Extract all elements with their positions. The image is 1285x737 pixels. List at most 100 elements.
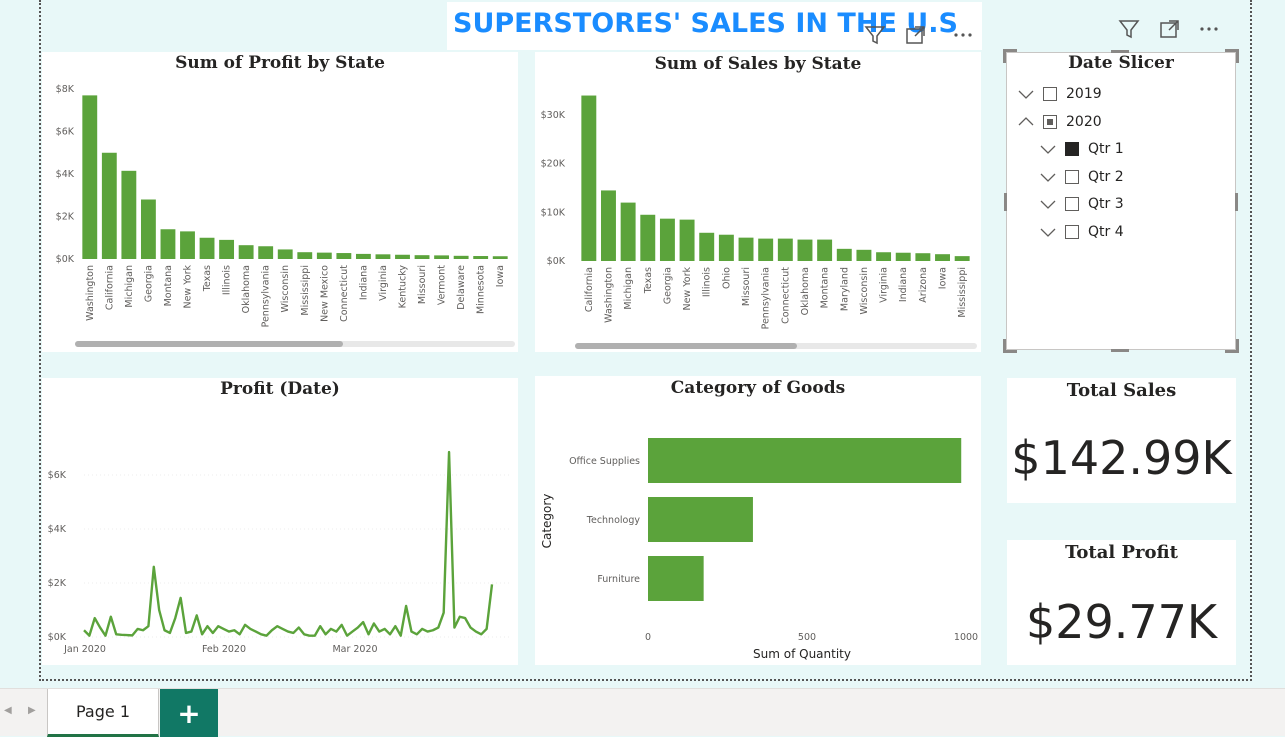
page-tab-bar: ◀ ▶ Page 1 +	[0, 688, 1285, 737]
chevron-up-icon[interactable]	[1017, 115, 1035, 129]
y-tick-label: $0K	[547, 256, 566, 267]
slicer-item-label: Qtr 4	[1088, 223, 1124, 240]
x-axis-title: Sum of Quantity	[753, 647, 851, 661]
category-of-goods-chart: Office Supplies Technology Furniture 0 500 10…	[540, 438, 978, 661]
focus-mode-icon[interactable]	[1156, 16, 1182, 42]
scroll-left-icon[interactable]: ◀	[4, 705, 12, 716]
x-tick-label: Oklahoma	[800, 267, 811, 315]
y-tick-label: $4K	[56, 169, 75, 180]
bar	[954, 256, 970, 261]
y-tick-label: $0K	[48, 632, 67, 643]
total-sales-title: Total Sales	[1066, 380, 1177, 401]
resize-handle[interactable]	[1111, 349, 1129, 352]
title-visual-header	[862, 22, 928, 48]
x-tick-label: Wisconsin	[280, 265, 291, 312]
y-tick-label: $20K	[541, 159, 566, 170]
bar	[180, 231, 195, 259]
y-tick-label: $10K	[541, 207, 566, 218]
checkbox[interactable]	[1043, 87, 1057, 101]
bar	[355, 253, 371, 259]
x-tick-label: Arizona	[918, 267, 929, 303]
bar	[336, 253, 352, 259]
profit-by-state-chart: $0K $2K $4K $6K $8K Washington California Michi…	[56, 84, 508, 327]
x-tick-label: Pennsylvania	[761, 267, 772, 329]
bar	[856, 249, 872, 261]
slicer-item-qtr-4[interactable]: Qtr 4	[1039, 224, 1124, 240]
resize-handle[interactable]	[1236, 339, 1239, 353]
bar	[297, 252, 313, 259]
profit-line	[83, 450, 494, 637]
scroll-right-icon[interactable]: ▶	[28, 705, 36, 716]
bar	[817, 239, 833, 261]
x-tick-label: Michigan	[124, 265, 135, 308]
resize-handle[interactable]	[1111, 50, 1129, 53]
bar	[895, 252, 911, 261]
x-tick-label: Mississippi	[300, 265, 311, 316]
resize-handle[interactable]	[1003, 49, 1006, 63]
chevron-down-icon[interactable]	[1017, 87, 1035, 101]
x-tick-label: Connecticut	[780, 267, 791, 324]
x-tick-label: Mar 2020	[332, 644, 377, 655]
x-tick-label: Illinois	[702, 267, 713, 297]
x-tick-label: New Mexico	[319, 265, 330, 322]
more-options-icon[interactable]	[950, 22, 976, 48]
chevron-down-icon[interactable]	[1039, 142, 1057, 156]
profit-by-date-visual[interactable]: Profit (Date) $0K $2K $4K $6K Jan 2020 Feb 20…	[42, 378, 518, 665]
category-of-goods-visual[interactable]: Category of Goods Office Supplies Technol…	[535, 376, 981, 665]
total-sales-card[interactable]: Total Sales $142.99K	[1007, 378, 1236, 503]
x-tick-label: Vermont	[437, 265, 448, 305]
y-tick-label: $6K	[56, 127, 75, 138]
x-tick-label: Kentucky	[398, 265, 409, 309]
sales-by-state-visual[interactable]: Sum of Sales by State $0K $10K $20K $30K Cal…	[535, 52, 981, 352]
chevron-down-icon[interactable]	[1039, 197, 1057, 211]
x-tick-label: Iowa	[938, 267, 949, 289]
slicer-item-qtr-3[interactable]: Qtr 3	[1039, 196, 1124, 212]
focus-mode-icon[interactable]	[902, 22, 928, 48]
x-tick-label: Virginia	[378, 265, 389, 301]
checkbox[interactable]	[1065, 169, 1079, 184]
x-tick-label: Montana	[820, 267, 831, 308]
sales-chart-scrollbar-thumb[interactable]	[575, 343, 797, 349]
chevron-down-icon[interactable]	[1039, 170, 1057, 184]
add-page-button[interactable]: +	[160, 689, 218, 737]
profit-chart-scrollbar-thumb[interactable]	[75, 341, 343, 347]
filter-icon[interactable]	[1116, 16, 1142, 42]
checkbox[interactable]	[1065, 142, 1079, 156]
resize-handle[interactable]	[1004, 193, 1007, 211]
checkbox[interactable]	[1043, 114, 1057, 129]
checkbox[interactable]	[1065, 197, 1079, 211]
bar	[876, 252, 892, 261]
slicer-item-qtr-2[interactable]: Qtr 2	[1039, 169, 1124, 185]
x-tick-label: Jan 2020	[63, 644, 106, 655]
bar	[101, 152, 117, 259]
bar	[434, 255, 450, 259]
report-canvas: SUPERSTORES' SALES IN THE U.S Sum of Pro…	[0, 0, 1285, 688]
resize-handle[interactable]	[1003, 339, 1006, 353]
filter-icon[interactable]	[862, 22, 888, 48]
date-slicer[interactable]: Date Slicer 2019 2020 Qtr 1 Qtr 2 Qtr 3 Qtr 4	[1003, 49, 1239, 353]
more-options-icon[interactable]	[1196, 16, 1222, 42]
bar	[640, 214, 656, 261]
total-profit-card[interactable]: Total Profit $29.77K	[1007, 540, 1236, 665]
x-tick-label: Georgia	[143, 265, 154, 302]
slicer-item-2020[interactable]: 2020	[1017, 114, 1102, 130]
profit-by-state-visual[interactable]: Sum of Profit by State $0K $2K $4K $6K $8K Wa…	[42, 52, 518, 352]
bar	[82, 95, 98, 259]
slicer-item-qtr-1[interactable]: Qtr 1	[1039, 141, 1124, 157]
bar	[836, 248, 852, 261]
y-tick-label: $2K	[48, 578, 67, 589]
bar	[140, 199, 156, 259]
title-textbox[interactable]: SUPERSTORES' SALES IN THE U.S	[447, 2, 982, 50]
tab-page-1[interactable]: Page 1	[47, 689, 159, 737]
resize-handle[interactable]	[1236, 49, 1239, 63]
bar	[395, 254, 410, 259]
bar	[277, 249, 293, 259]
checkbox[interactable]	[1065, 224, 1079, 239]
chevron-down-icon[interactable]	[1039, 225, 1057, 239]
slicer-item-2019[interactable]: 2019	[1017, 86, 1102, 102]
bar	[699, 232, 715, 261]
resize-handle[interactable]	[1235, 193, 1238, 211]
x-tick-label: 500	[798, 632, 816, 643]
y-tick-label: $0K	[56, 254, 75, 265]
x-tick-label: Indiana	[358, 265, 369, 300]
